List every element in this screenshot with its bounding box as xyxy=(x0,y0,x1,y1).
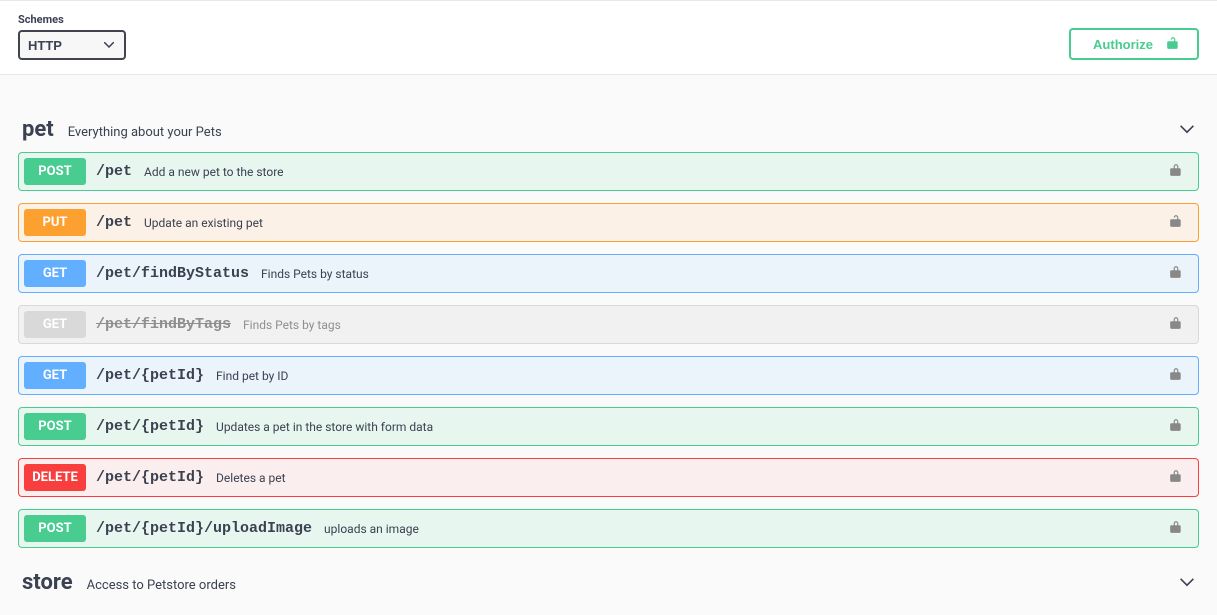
method-badge: GET xyxy=(24,362,86,389)
tag-section-pet: pet Everything about your Pets POST/pet Add… xyxy=(18,113,1199,548)
tag-description: Everything about your Pets xyxy=(68,125,222,140)
method-badge: GET xyxy=(24,311,86,338)
method-badge: POST xyxy=(24,413,86,440)
lock-icon[interactable] xyxy=(1170,265,1186,283)
operation-summary: Find pet by ID xyxy=(216,369,1170,383)
tag-header-left: store Access to Petstore orders xyxy=(22,570,236,595)
lock-icon[interactable] xyxy=(1170,469,1186,487)
method-badge: GET xyxy=(24,260,86,287)
operation-path: /pet/findByStatus xyxy=(96,265,249,282)
scheme-container: Schemes HTTP xyxy=(18,13,126,60)
lock-icon[interactable] xyxy=(1170,418,1186,436)
operation-row[interactable]: DELETE/pet/{petId} Deletes a pet xyxy=(18,458,1199,497)
authorize-label: Authorize xyxy=(1093,37,1153,52)
schemes-select[interactable]: HTTP xyxy=(18,30,126,60)
operation-path: /pet/{petId} xyxy=(96,418,204,435)
lock-icon[interactable] xyxy=(1170,316,1186,334)
lock-open-icon[interactable] xyxy=(1170,214,1186,232)
method-badge: DELETE xyxy=(24,464,86,491)
operation-summary: Update an existing pet xyxy=(144,216,1170,230)
chevron-down-icon xyxy=(1179,575,1195,591)
authorize-button[interactable]: Authorize xyxy=(1069,28,1199,60)
operation-summary: Deletes a pet xyxy=(216,471,1170,485)
operation-row[interactable]: GET/pet/findByTags Finds Pets by tags xyxy=(18,305,1199,344)
operation-row[interactable]: POST/pet/{petId} Updates a pet in the sto… xyxy=(18,407,1199,446)
method-badge: POST xyxy=(24,515,86,542)
operation-summary: Updates a pet in the store with form dat… xyxy=(216,420,1170,434)
method-badge: PUT xyxy=(24,209,86,236)
scheme-bar: Schemes HTTP Authorize xyxy=(0,0,1217,75)
tag-name: pet xyxy=(22,117,54,142)
operation-row[interactable]: GET/pet/{petId} Find pet by ID xyxy=(18,356,1199,395)
operation-path: /pet/{petId} xyxy=(96,469,204,486)
schemes-label: Schemes xyxy=(18,13,126,26)
operation-summary: Finds Pets by tags xyxy=(243,318,1170,332)
main-content: pet Everything about your Pets POST/pet Add… xyxy=(0,75,1217,615)
operation-summary: Finds Pets by status xyxy=(261,267,1170,281)
operation-row[interactable]: GET/pet/findByStatus Finds Pets by status xyxy=(18,254,1199,293)
tag-header-pet[interactable]: pet Everything about your Pets xyxy=(18,113,1199,152)
operation-path: /pet xyxy=(96,214,132,231)
lock-icon[interactable] xyxy=(1170,367,1186,385)
operation-path: /pet xyxy=(96,163,132,180)
operation-summary: uploads an image xyxy=(324,522,1170,536)
operation-row[interactable]: POST/pet/{petId}/uploadImage uploads an i… xyxy=(18,509,1199,548)
operation-row[interactable]: PUT/pet Update an existing pet xyxy=(18,203,1199,242)
operation-path: /pet/findByTags xyxy=(96,316,231,333)
tag-header-left: pet Everything about your Pets xyxy=(22,117,222,142)
method-badge: POST xyxy=(24,158,86,185)
operation-row[interactable]: POST/pet Add a new pet to the store xyxy=(18,152,1199,191)
lock-icon[interactable] xyxy=(1170,163,1186,181)
lock-open-icon xyxy=(1167,36,1179,53)
tag-name: store xyxy=(22,570,73,595)
chevron-down-icon xyxy=(1179,122,1195,138)
operation-path: /pet/{petId}/uploadImage xyxy=(96,520,312,537)
lock-icon[interactable] xyxy=(1170,520,1186,538)
tag-description: Access to Petstore orders xyxy=(87,578,236,593)
operation-summary: Add a new pet to the store xyxy=(144,165,1170,179)
tag-header-store[interactable]: store Access to Petstore orders xyxy=(18,566,1199,605)
tag-section-store: store Access to Petstore orders xyxy=(18,566,1199,605)
operation-path: /pet/{petId} xyxy=(96,367,204,384)
